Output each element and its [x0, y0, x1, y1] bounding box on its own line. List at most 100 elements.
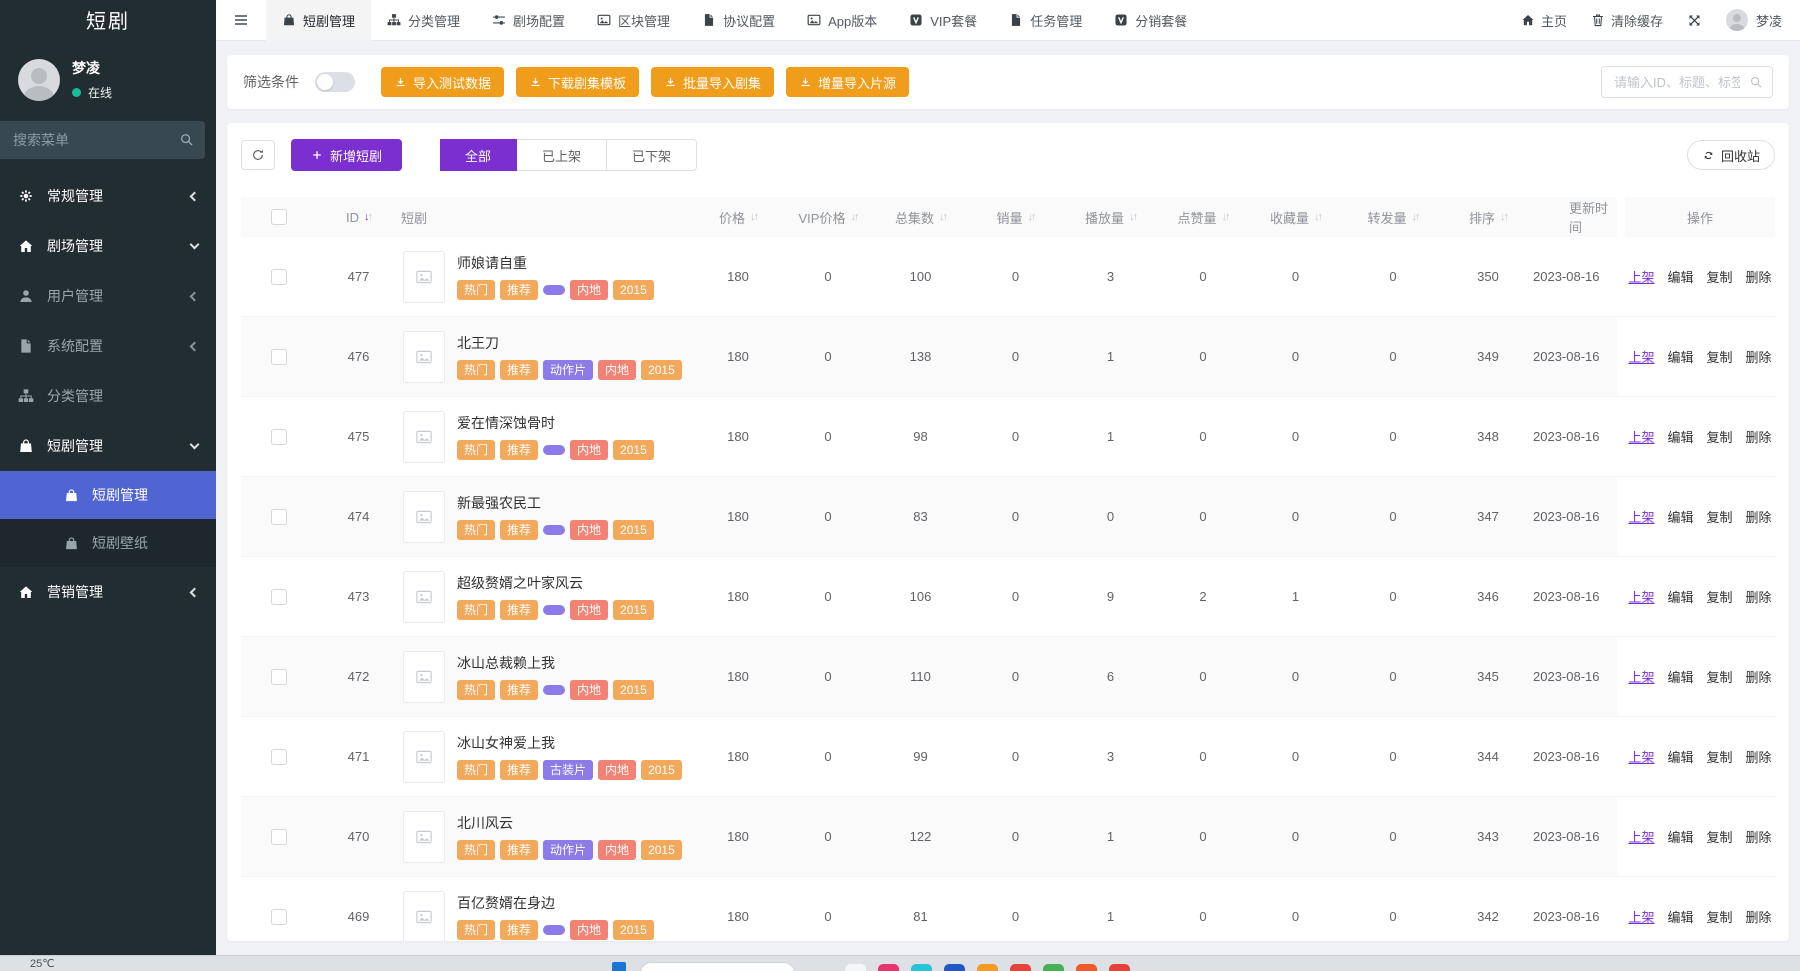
column-header[interactable]: 短剧 ↓↑	[401, 197, 693, 237]
publish-link[interactable]: 上架	[1628, 587, 1654, 606]
drama-thumbnail[interactable]	[403, 491, 445, 543]
sort-icons[interactable]: ↓↑	[1222, 211, 1229, 223]
edit-link[interactable]: 编辑	[1667, 907, 1693, 926]
publish-link[interactable]: 上架	[1628, 427, 1654, 446]
edit-link[interactable]: 编辑	[1667, 667, 1693, 686]
row-checkbox[interactable]	[271, 669, 287, 685]
nav-tab[interactable]: 短剧管理	[266, 0, 371, 41]
publish-link[interactable]: 上架	[1628, 907, 1654, 926]
delete-link[interactable]: 删除	[1746, 347, 1772, 366]
select-all-checkbox[interactable]	[271, 209, 287, 225]
nav-tab[interactable]: 任务管理	[993, 0, 1098, 41]
table-search-input[interactable]	[1601, 66, 1773, 98]
taskbar-app-icon[interactable]	[944, 964, 965, 971]
sidebar-menu-item[interactable]: 用户管理	[0, 271, 216, 321]
column-header[interactable]: 销量 ↓↑	[968, 197, 1063, 237]
delete-link[interactable]: 删除	[1746, 507, 1772, 526]
sort-icons[interactable]: ↓↑	[1500, 211, 1507, 223]
sort-icons[interactable]: ↓↑	[1129, 211, 1136, 223]
drama-thumbnail[interactable]	[403, 331, 445, 383]
taskbar-app-icon[interactable]	[1010, 964, 1031, 971]
drama-thumbnail[interactable]	[403, 251, 445, 303]
copy-link[interactable]: 复制	[1707, 667, 1733, 686]
column-header[interactable]: VIP价格 ↓↑	[783, 197, 873, 237]
weather-widget[interactable]: 25℃	[30, 957, 55, 970]
column-header[interactable]: 点赞量 ↓↑	[1158, 197, 1248, 237]
column-header[interactable]: 价格 ↓↑	[693, 197, 783, 237]
copy-link[interactable]: 复制	[1707, 587, 1733, 606]
nav-tab[interactable]: 剧场配置	[476, 0, 581, 41]
edit-link[interactable]: 编辑	[1667, 427, 1693, 446]
copy-link[interactable]: 复制	[1707, 507, 1733, 526]
nav-tab[interactable]: 区块管理	[581, 0, 686, 41]
import-button[interactable]: 批量导入剧集	[651, 67, 774, 97]
copy-link[interactable]: 复制	[1707, 907, 1733, 926]
nav-tab[interactable]: VIP套餐	[893, 0, 993, 41]
delete-link[interactable]: 删除	[1746, 667, 1772, 686]
sidebar-menu-item[interactable]: 营销管理	[0, 567, 216, 617]
column-header[interactable]: 更新时间 ↓↑	[1533, 197, 1617, 237]
sort-icons[interactable]: ↓↑	[850, 211, 857, 223]
sort-icons[interactable]: ↓↑	[364, 211, 371, 223]
sort-icons[interactable]: ↓↑	[1028, 211, 1035, 223]
drama-thumbnail[interactable]	[403, 731, 445, 783]
copy-link[interactable]: 复制	[1707, 747, 1733, 766]
drama-thumbnail[interactable]	[403, 411, 445, 463]
drama-thumbnail[interactable]	[403, 811, 445, 863]
row-checkbox[interactable]	[271, 909, 287, 925]
publish-link[interactable]: 上架	[1628, 267, 1654, 286]
fullscreen-icon[interactable]	[1687, 13, 1702, 28]
delete-link[interactable]: 删除	[1746, 827, 1772, 846]
copy-link[interactable]: 复制	[1707, 267, 1733, 286]
column-header[interactable]: ID ↓↑	[316, 197, 401, 237]
status-filter-tab[interactable]: 已下架	[607, 139, 697, 171]
home-link[interactable]: 主页	[1521, 11, 1567, 30]
sort-icons[interactable]: ↓↑	[1314, 211, 1321, 223]
delete-link[interactable]: 删除	[1746, 427, 1772, 446]
nav-tab[interactable]: 分类管理	[371, 0, 476, 41]
edit-link[interactable]: 编辑	[1667, 507, 1693, 526]
sidebar-menu-item[interactable]: 剧场管理	[0, 221, 216, 271]
add-drama-button[interactable]: 新增短剧	[291, 139, 402, 171]
publish-link[interactable]: 上架	[1628, 747, 1654, 766]
delete-link[interactable]: 删除	[1746, 587, 1772, 606]
row-checkbox[interactable]	[271, 749, 287, 765]
column-header[interactable]: 总集数 ↓↑	[873, 197, 968, 237]
sidebar-menu-item[interactable]: 短剧壁纸	[0, 519, 216, 567]
import-button[interactable]: 增量导入片源	[786, 67, 909, 97]
copy-link[interactable]: 复制	[1707, 827, 1733, 846]
nav-tab[interactable]: App版本	[791, 0, 893, 41]
column-header[interactable]: 收藏量 ↓↑	[1248, 197, 1343, 237]
drama-thumbnail[interactable]	[403, 891, 445, 942]
status-filter-tab[interactable]: 全部	[440, 139, 517, 171]
nav-tab[interactable]: 协议配置	[686, 0, 791, 41]
publish-link[interactable]: 上架	[1628, 827, 1654, 846]
edit-link[interactable]: 编辑	[1667, 747, 1693, 766]
edit-link[interactable]: 编辑	[1667, 827, 1693, 846]
delete-link[interactable]: 删除	[1746, 267, 1772, 286]
sidebar-menu-item[interactable]: 分类管理	[0, 371, 216, 421]
publish-link[interactable]: 上架	[1628, 667, 1654, 686]
sidebar-menu-item[interactable]: 系统配置	[0, 321, 216, 371]
publish-link[interactable]: 上架	[1628, 347, 1654, 366]
sort-icons[interactable]: ↓↑	[750, 211, 757, 223]
sidebar-menu-item[interactable]: 短剧管理	[0, 421, 216, 471]
sort-icons[interactable]: ↓↑	[1412, 211, 1419, 223]
taskbar-search-box[interactable]	[640, 962, 795, 971]
filter-toggle[interactable]	[315, 72, 355, 92]
row-checkbox[interactable]	[271, 589, 287, 605]
menu-search-input[interactable]	[0, 121, 205, 159]
drama-thumbnail[interactable]	[403, 651, 445, 703]
row-checkbox[interactable]	[271, 429, 287, 445]
row-checkbox[interactable]	[271, 829, 287, 845]
taskbar-app-icon[interactable]	[1076, 964, 1097, 971]
row-checkbox[interactable]	[271, 509, 287, 525]
status-filter-tab[interactable]: 已上架	[517, 139, 607, 171]
user-menu[interactable]: 梦凌	[1726, 9, 1782, 31]
sort-icons[interactable]: ↓↑	[939, 211, 946, 223]
edit-link[interactable]: 编辑	[1667, 267, 1693, 286]
publish-link[interactable]: 上架	[1628, 507, 1654, 526]
column-header[interactable]: 排序 ↓↑	[1443, 197, 1533, 237]
column-header[interactable]: 转发量 ↓↑	[1343, 197, 1443, 237]
nav-tab[interactable]: 分销套餐	[1098, 0, 1203, 41]
